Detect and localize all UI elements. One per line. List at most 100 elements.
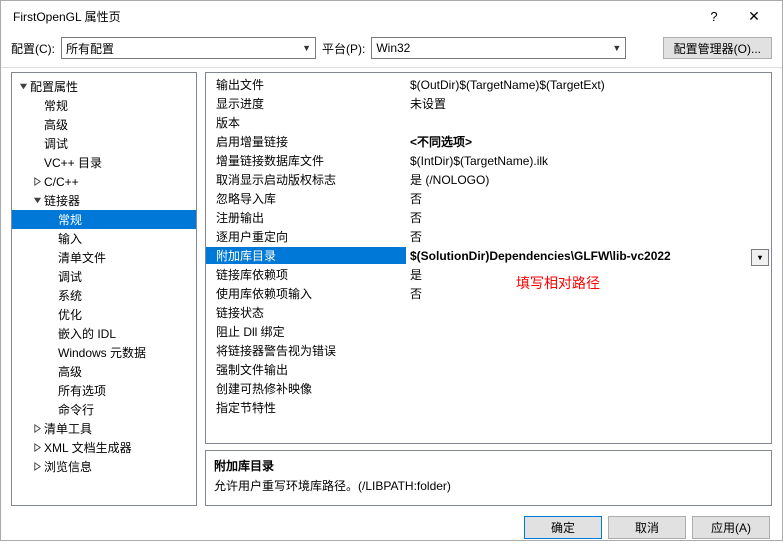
property-value[interactable]: 否 <box>406 209 771 226</box>
property-value[interactable]: 否 <box>406 285 771 302</box>
property-row[interactable]: 阻止 Dll 绑定 <box>206 322 771 341</box>
tree-item-label: 所有选项 <box>58 382 106 399</box>
tree-collapsed-icon[interactable] <box>30 441 44 455</box>
cancel-button[interactable]: 取消 <box>608 516 686 539</box>
tree-item[interactable]: 调试 <box>12 134 196 153</box>
tree-spacer <box>44 289 58 303</box>
titlebar: FirstOpenGL 属性页 ? ✕ <box>1 1 782 31</box>
property-key: 启用增量链接 <box>206 133 406 150</box>
tree-collapsed-icon[interactable] <box>30 460 44 474</box>
window-title: FirstOpenGL 属性页 <box>9 8 694 25</box>
property-value[interactable]: $(OutDir)$(TargetName)$(TargetExt) <box>406 78 771 92</box>
tree-expanded-icon[interactable] <box>30 194 44 208</box>
property-row[interactable]: 输出文件$(OutDir)$(TargetName)$(TargetExt) <box>206 75 771 94</box>
tree-spacer <box>44 251 58 265</box>
tree-collapsed-icon[interactable] <box>30 422 44 436</box>
config-label: 配置(C): <box>11 40 55 57</box>
tree-item-label: 优化 <box>58 306 82 323</box>
dropdown-button[interactable]: ▾ <box>751 249 769 266</box>
tree-item[interactable]: XML 文档生成器 <box>12 438 196 457</box>
tree-item[interactable]: 所有选项 <box>12 381 196 400</box>
property-key: 强制文件输出 <box>206 361 406 378</box>
property-value[interactable]: <不同选项> <box>406 133 771 150</box>
property-value[interactable]: 是 (/NOLOGO) <box>406 171 771 188</box>
property-row[interactable]: 增量链接数据库文件$(IntDir)$(TargetName).ilk <box>206 151 771 170</box>
property-key: 取消显示启动版权标志 <box>206 171 406 188</box>
tree-item[interactable]: 命令行 <box>12 400 196 419</box>
tree-item[interactable]: 优化 <box>12 305 196 324</box>
property-key: 将链接器警告视为错误 <box>206 342 406 359</box>
property-row[interactable]: 指定节特性 <box>206 398 771 417</box>
property-value[interactable]: 是 <box>406 266 771 283</box>
property-row[interactable]: 将链接器警告视为错误 <box>206 341 771 360</box>
tree-collapsed-icon[interactable] <box>30 175 44 189</box>
property-row[interactable]: 版本 <box>206 113 771 132</box>
tree-expanded-icon[interactable] <box>16 80 30 94</box>
tree-item-label: VC++ 目录 <box>44 154 102 171</box>
tree-item[interactable]: 嵌入的 IDL <box>12 324 196 343</box>
tree-item[interactable]: 清单工具 <box>12 419 196 438</box>
property-row[interactable]: 显示进度未设置 <box>206 94 771 113</box>
tree-item[interactable]: 高级 <box>12 115 196 134</box>
tree-item[interactable]: 调试 <box>12 267 196 286</box>
property-value[interactable]: 未设置 <box>406 95 771 112</box>
config-combo[interactable]: 所有配置 ▼ <box>61 37 316 59</box>
chevron-down-icon: ▼ <box>302 43 311 53</box>
property-key: 版本 <box>206 114 406 131</box>
property-row[interactable]: 使用库依赖项输入否 <box>206 284 771 303</box>
property-key: 创建可热修补映像 <box>206 380 406 397</box>
tree-item-label: XML 文档生成器 <box>44 439 132 456</box>
sidebar-tree[interactable]: 配置属性常规高级调试VC++ 目录C/C++链接器常规输入清单文件调试系统优化嵌… <box>11 72 197 506</box>
toolbar: 配置(C): 所有配置 ▼ 平台(P): Win32 ▼ 配置管理器(O)... <box>1 31 782 68</box>
tree-spacer <box>44 403 58 417</box>
tree-item-label: C/C++ <box>44 175 79 189</box>
property-row[interactable]: 忽略导入库否 <box>206 189 771 208</box>
tree-item[interactable]: 系统 <box>12 286 196 305</box>
platform-value: Win32 <box>376 41 612 55</box>
config-value: 所有配置 <box>66 40 302 57</box>
tree-item[interactable]: 配置属性 <box>12 77 196 96</box>
tree-spacer <box>44 308 58 322</box>
property-value[interactable]: $(SolutionDir)Dependencies\GLFW\lib-vc20… <box>406 249 771 263</box>
tree-item[interactable]: C/C++ <box>12 172 196 191</box>
help-button[interactable]: ? <box>694 1 734 31</box>
close-button[interactable]: ✕ <box>734 1 774 31</box>
property-value[interactable]: 否 <box>406 228 771 245</box>
property-grid[interactable]: 输出文件$(OutDir)$(TargetName)$(TargetExt)显示… <box>205 72 772 444</box>
tree-item-label: 浏览信息 <box>44 458 92 475</box>
property-key: 输出文件 <box>206 76 406 93</box>
property-value[interactable]: 否 <box>406 190 771 207</box>
tree-item-label: Windows 元数据 <box>58 344 146 361</box>
property-row[interactable]: 逐用户重定向否 <box>206 227 771 246</box>
tree-item[interactable]: 输入 <box>12 229 196 248</box>
property-row[interactable]: 链接状态 <box>206 303 771 322</box>
tree-spacer <box>30 137 44 151</box>
tree-item[interactable]: 高级 <box>12 362 196 381</box>
tree-item[interactable]: 链接器 <box>12 191 196 210</box>
tree-item-label: 调试 <box>58 268 82 285</box>
tree-item[interactable]: 清单文件 <box>12 248 196 267</box>
property-value[interactable]: $(IntDir)$(TargetName).ilk <box>406 154 771 168</box>
tree-item[interactable]: 常规 <box>12 96 196 115</box>
tree-item-label: 输入 <box>58 230 82 247</box>
tree-item[interactable]: 浏览信息 <box>12 457 196 476</box>
property-row[interactable]: 启用增量链接<不同选项> <box>206 132 771 151</box>
property-row[interactable]: 链接库依赖项是 <box>206 265 771 284</box>
property-key: 链接库依赖项 <box>206 266 406 283</box>
property-row[interactable]: 注册输出否 <box>206 208 771 227</box>
property-key: 逐用户重定向 <box>206 228 406 245</box>
config-manager-button[interactable]: 配置管理器(O)... <box>663 37 772 59</box>
property-row[interactable]: 附加库目录$(SolutionDir)Dependencies\GLFW\lib… <box>206 246 771 265</box>
ok-button[interactable]: 确定 <box>524 516 602 539</box>
platform-combo[interactable]: Win32 ▼ <box>371 37 626 59</box>
tree-item-label: 清单工具 <box>44 420 92 437</box>
property-row[interactable]: 强制文件输出 <box>206 360 771 379</box>
property-key: 阻止 Dll 绑定 <box>206 323 406 340</box>
tree-item[interactable]: Windows 元数据 <box>12 343 196 362</box>
apply-button[interactable]: 应用(A) <box>692 516 770 539</box>
tree-item-label: 高级 <box>58 363 82 380</box>
tree-item[interactable]: VC++ 目录 <box>12 153 196 172</box>
tree-item[interactable]: 常规 <box>12 210 196 229</box>
property-row[interactable]: 创建可热修补映像 <box>206 379 771 398</box>
property-row[interactable]: 取消显示启动版权标志是 (/NOLOGO) <box>206 170 771 189</box>
